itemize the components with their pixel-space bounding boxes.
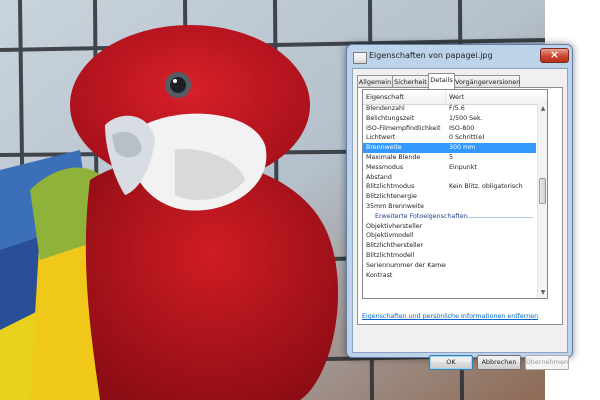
group-header-label: Erweiterte Fotoeigenschaften [375, 212, 468, 220]
scroll-up-icon[interactable]: ▲ [538, 104, 547, 114]
list-row-selected[interactable]: Brennweite 300 mm [363, 143, 536, 153]
list-row[interactable]: 35mm Brennweite [363, 202, 536, 212]
property-name: Objektivmodell [366, 232, 414, 240]
close-button[interactable]: × [540, 48, 569, 63]
property-value: 1/500 Sek. [449, 114, 483, 122]
ok-button[interactable]: OK [429, 355, 473, 370]
property-name: Blitzlichthersteller [366, 242, 424, 250]
property-value: Kein Blitz, obligatorisch [449, 183, 523, 191]
property-value: 5 [449, 153, 454, 161]
file-icon [353, 52, 367, 64]
list-row[interactable]: Blitzlichthersteller [363, 241, 536, 251]
property-name: Blitzlichtmodell [366, 251, 415, 259]
list-row[interactable]: ISO-Filmempfindlichkeit ISO-800 [363, 124, 536, 134]
cancel-button[interactable]: Abbrechen [477, 355, 521, 370]
group-header-advanced-photo: Erweiterte Fotoeigenschaften [363, 212, 536, 222]
property-name: ISO-Filmempfindlichkeit [366, 124, 441, 132]
list-row[interactable]: Lichtwert 0 Schritt(e) [363, 133, 536, 143]
properties-dialog: Eigenschaften von papagei.jpg × Allgemei… [346, 44, 573, 370]
dialog-title: Eigenschaften von papagei.jpg [369, 51, 493, 60]
title-bar[interactable]: Eigenschaften von papagei.jpg × [347, 45, 572, 69]
list-row[interactable]: Abstand [363, 173, 536, 183]
property-name: Brennweite [366, 144, 402, 152]
list-row[interactable]: Blitzlichtmodell [363, 251, 536, 261]
properties-list[interactable]: Eigenschaft Wert Blendenzahl F/5.6 Belich… [362, 89, 548, 299]
apply-button[interactable]: Übernehmen [525, 355, 569, 370]
property-name: Belichtungszeit [366, 114, 415, 122]
property-name: Messmodus [366, 163, 404, 171]
property-name: Blendenzahl [366, 105, 405, 112]
scroll-down-icon[interactable]: ▼ [538, 288, 547, 298]
list-row[interactable]: Seriennummer der Kamera [363, 261, 536, 271]
property-name: Lichtwert [366, 134, 396, 142]
column-header-property[interactable]: Eigenschaft [363, 90, 446, 104]
property-name: Maximale Blende [366, 153, 421, 161]
property-value: 0 Schritt(e) [449, 134, 485, 142]
list-row[interactable]: Maximale Blende 5 [363, 153, 536, 163]
list-row[interactable]: Blitzlichtenergie [363, 192, 536, 202]
property-name: Abstand [366, 173, 392, 181]
remove-properties-link[interactable]: Eigenschaften und persönliche Informatio… [362, 313, 538, 320]
property-value: Einpunkt [449, 163, 477, 171]
list-row[interactable]: Belichtungszeit 1/500 Sek. [363, 114, 536, 124]
column-header-value[interactable]: Wert [446, 90, 536, 104]
property-name: Blitzlichtenergie [366, 193, 417, 201]
list-row[interactable]: Messmodus Einpunkt [363, 163, 536, 173]
tab-strip: Allgemein Sicherheit Details Vorgängerve… [357, 73, 567, 89]
list-row[interactable]: Blendenzahl F/5.6 [363, 104, 536, 114]
list-row[interactable]: Objektivmodell [363, 231, 536, 241]
dialog-client-area: Allgemein Sicherheit Details Vorgängerve… [352, 68, 569, 370]
list-header: Eigenschaft Wert [363, 90, 547, 105]
property-name: 35mm Brennweite [366, 202, 425, 210]
scroll-thumb[interactable] [539, 178, 546, 204]
close-icon: × [549, 48, 560, 61]
property-value: F/5.6 [449, 105, 465, 112]
property-name: Seriennummer der Kamera [366, 261, 446, 269]
property-value: 300 mm [449, 144, 476, 152]
list-row[interactable]: Blitzlichtmodus Kein Blitz, obligatorisch [363, 182, 536, 192]
list-row[interactable]: Objektivhersteller [363, 222, 536, 232]
property-name: Objektivhersteller [366, 222, 423, 230]
tab-details[interactable]: Details [428, 73, 455, 89]
property-name: Kontrast [366, 271, 393, 279]
list-rows: Blendenzahl F/5.6 Belichtungszeit 1/500 Se… [363, 104, 536, 280]
property-value: ISO-800 [449, 124, 475, 132]
property-name: Blitzlichtmodus [366, 183, 415, 191]
group-divider [467, 216, 533, 218]
vertical-scrollbar[interactable]: ▲ ▼ [537, 104, 547, 298]
list-row[interactable]: Kontrast [363, 271, 536, 281]
